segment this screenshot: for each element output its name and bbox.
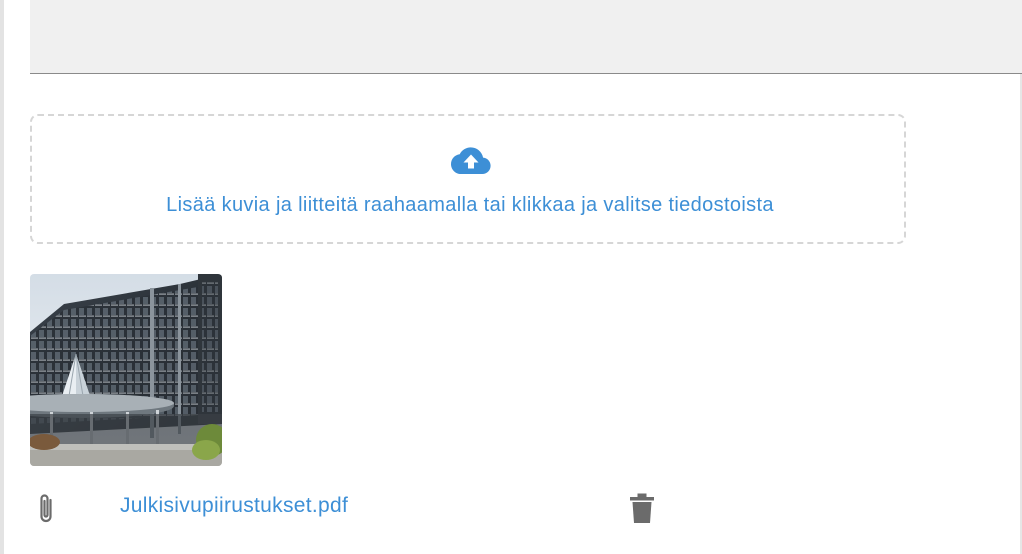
description-textarea[interactable] <box>30 0 1022 74</box>
trash-icon[interactable] <box>628 492 656 524</box>
paperclip-icon <box>40 494 52 523</box>
file-dropzone[interactable]: Lisää kuvia ja liitteitä raahaamalla tai… <box>30 114 906 244</box>
left-border <box>0 0 4 554</box>
image-thumbnail[interactable] <box>30 274 222 466</box>
upload-prompt: Lisää kuvia ja liitteitä raahaamalla tai… <box>166 194 774 216</box>
page: Lisää kuvia ja liitteitä raahaamalla tai… <box>0 0 1022 554</box>
building-photo <box>30 274 222 466</box>
attachment-row: Julkisivupiirustukset.pdf <box>30 488 670 528</box>
cloud-upload-icon <box>451 147 491 174</box>
attachment-file-link[interactable]: Julkisivupiirustukset.pdf <box>120 494 348 518</box>
